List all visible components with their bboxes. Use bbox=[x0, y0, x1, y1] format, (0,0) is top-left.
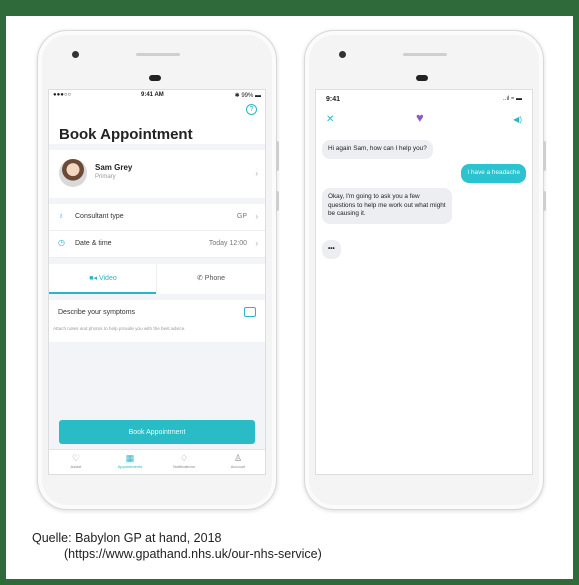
person-icon: ♙ bbox=[233, 453, 243, 463]
tab-label: Account bbox=[230, 464, 246, 469]
tab-label: Appointments bbox=[117, 464, 143, 469]
symptoms-title: Describe your symptoms bbox=[58, 309, 136, 316]
signal-wifi-battery: ..ıl ≈ ▬ bbox=[503, 96, 522, 102]
page-title: Book Appointment bbox=[49, 102, 265, 144]
chat-message-bot: Okay, I'm going to ask you a few questio… bbox=[322, 188, 452, 224]
typing-indicator: ••• bbox=[322, 240, 341, 259]
carrier: ●●●○○ bbox=[53, 92, 72, 98]
battery: ✱ 99% ▬ bbox=[234, 93, 261, 99]
camera-icon[interactable] bbox=[244, 307, 256, 317]
chevron-right-icon: › bbox=[255, 239, 258, 248]
clock-icon: ◷ bbox=[58, 238, 65, 247]
caption-source: Quelle: Babylon GP at hand, 2018 bbox=[32, 531, 222, 545]
appointment-options: ♁ Consultant type GP › ◷ Date & time Tod… bbox=[49, 204, 265, 258]
tab-assist[interactable]: ♡ Assist bbox=[49, 453, 103, 469]
book-appointment-button[interactable]: Book Appointment bbox=[59, 420, 255, 444]
row-label: Consultant type bbox=[75, 213, 124, 220]
patient-profile[interactable]: Sam Grey Primary › bbox=[49, 150, 265, 198]
row-value: GP bbox=[236, 213, 247, 220]
row-value: Today 12:00 bbox=[208, 240, 247, 247]
earpiece bbox=[149, 75, 161, 81]
status-bar: ●●●○○ 9:41 AM ✱ 99% ▬ bbox=[49, 90, 265, 102]
row-date-time[interactable]: ◷ Date & time Today 12:00 › bbox=[49, 231, 265, 258]
sensor-slot bbox=[403, 53, 447, 56]
status-time: 9:41 bbox=[326, 96, 341, 103]
bell-icon: ♢ bbox=[179, 453, 189, 463]
patient-subtitle: Primary bbox=[95, 174, 116, 180]
side-button bbox=[276, 141, 279, 171]
tab-appointments[interactable]: ▦ Appointments bbox=[103, 453, 157, 469]
phone-label: Phone bbox=[204, 275, 226, 282]
phone-booking: ●●●○○ 9:41 AM ✱ 99% ▬ ? Book Appointment… bbox=[37, 30, 279, 510]
side-button bbox=[543, 141, 546, 171]
figure-frame: ●●●○○ 9:41 AM ✱ 99% ▬ ? Book Appointment… bbox=[6, 16, 573, 579]
front-camera bbox=[339, 51, 346, 58]
sensor-slot bbox=[136, 53, 180, 56]
chevron-right-icon: › bbox=[255, 169, 258, 178]
booking-screen: ●●●○○ 9:41 AM ✱ 99% ▬ ? Book Appointment… bbox=[48, 89, 266, 475]
heart-icon: ♡ bbox=[71, 453, 81, 463]
status-time: 9:41 AM bbox=[141, 92, 164, 98]
row-consultant-type[interactable]: ♁ Consultant type GP › bbox=[49, 204, 265, 231]
source-caption: Quelle: Babylon GP at hand, 2018 (https:… bbox=[32, 530, 322, 562]
help-icon[interactable]: ? bbox=[246, 104, 257, 115]
symptoms-field[interactable]: Describe your symptoms Attach notes and … bbox=[49, 300, 265, 342]
side-button bbox=[543, 191, 546, 211]
calendar-icon: ▦ bbox=[125, 453, 135, 463]
video-camera-icon: ■◂ bbox=[89, 275, 99, 282]
phone-option[interactable]: ✆ Phone bbox=[156, 264, 265, 294]
row-label: Date & time bbox=[75, 240, 112, 247]
avatar bbox=[59, 159, 87, 187]
tab-label: Notifications bbox=[173, 464, 195, 469]
chat-screen: 9:41 ..ıl ≈ ▬ ✕ ♥ ◀) Hi again Sam, how c… bbox=[315, 89, 533, 475]
tab-label: Assist bbox=[70, 464, 82, 469]
earpiece bbox=[416, 75, 428, 81]
chat-message-user: I have a headache bbox=[461, 164, 526, 183]
tab-account[interactable]: ♙ Account bbox=[211, 453, 265, 469]
heart-logo-icon: ♥ bbox=[416, 110, 424, 125]
chevron-right-icon: › bbox=[255, 212, 258, 221]
close-icon[interactable]: ✕ bbox=[326, 114, 334, 125]
patient-name: Sam Grey bbox=[95, 163, 133, 172]
consult-mode-toggle: ■◂ Video ✆ Phone bbox=[49, 264, 265, 294]
stethoscope-icon: ♁ bbox=[58, 211, 64, 220]
chat-header: 9:41 ..ıl ≈ ▬ ✕ ♥ ◀) bbox=[316, 90, 532, 134]
video-option[interactable]: ■◂ Video bbox=[49, 264, 157, 294]
symptoms-hint: Attach notes and photos to help provide … bbox=[53, 326, 186, 331]
chat-message-bot: Hi again Sam, how can I help you? bbox=[322, 140, 433, 159]
side-button bbox=[276, 191, 279, 211]
phone-chat: 9:41 ..ıl ≈ ▬ ✕ ♥ ◀) Hi again Sam, how c… bbox=[304, 30, 546, 510]
video-label: Video bbox=[98, 275, 117, 282]
front-camera bbox=[72, 51, 79, 58]
caption-url: (https://www.gpathand.nhs.uk/our-nhs-ser… bbox=[64, 547, 322, 561]
tab-bar: ♡ Assist ▦ Appointments ♢ Notifications … bbox=[49, 449, 265, 474]
speaker-icon[interactable]: ◀) bbox=[513, 115, 522, 124]
phone-icon: ✆ bbox=[196, 275, 205, 282]
tab-notifications[interactable]: ♢ Notifications bbox=[157, 453, 211, 469]
